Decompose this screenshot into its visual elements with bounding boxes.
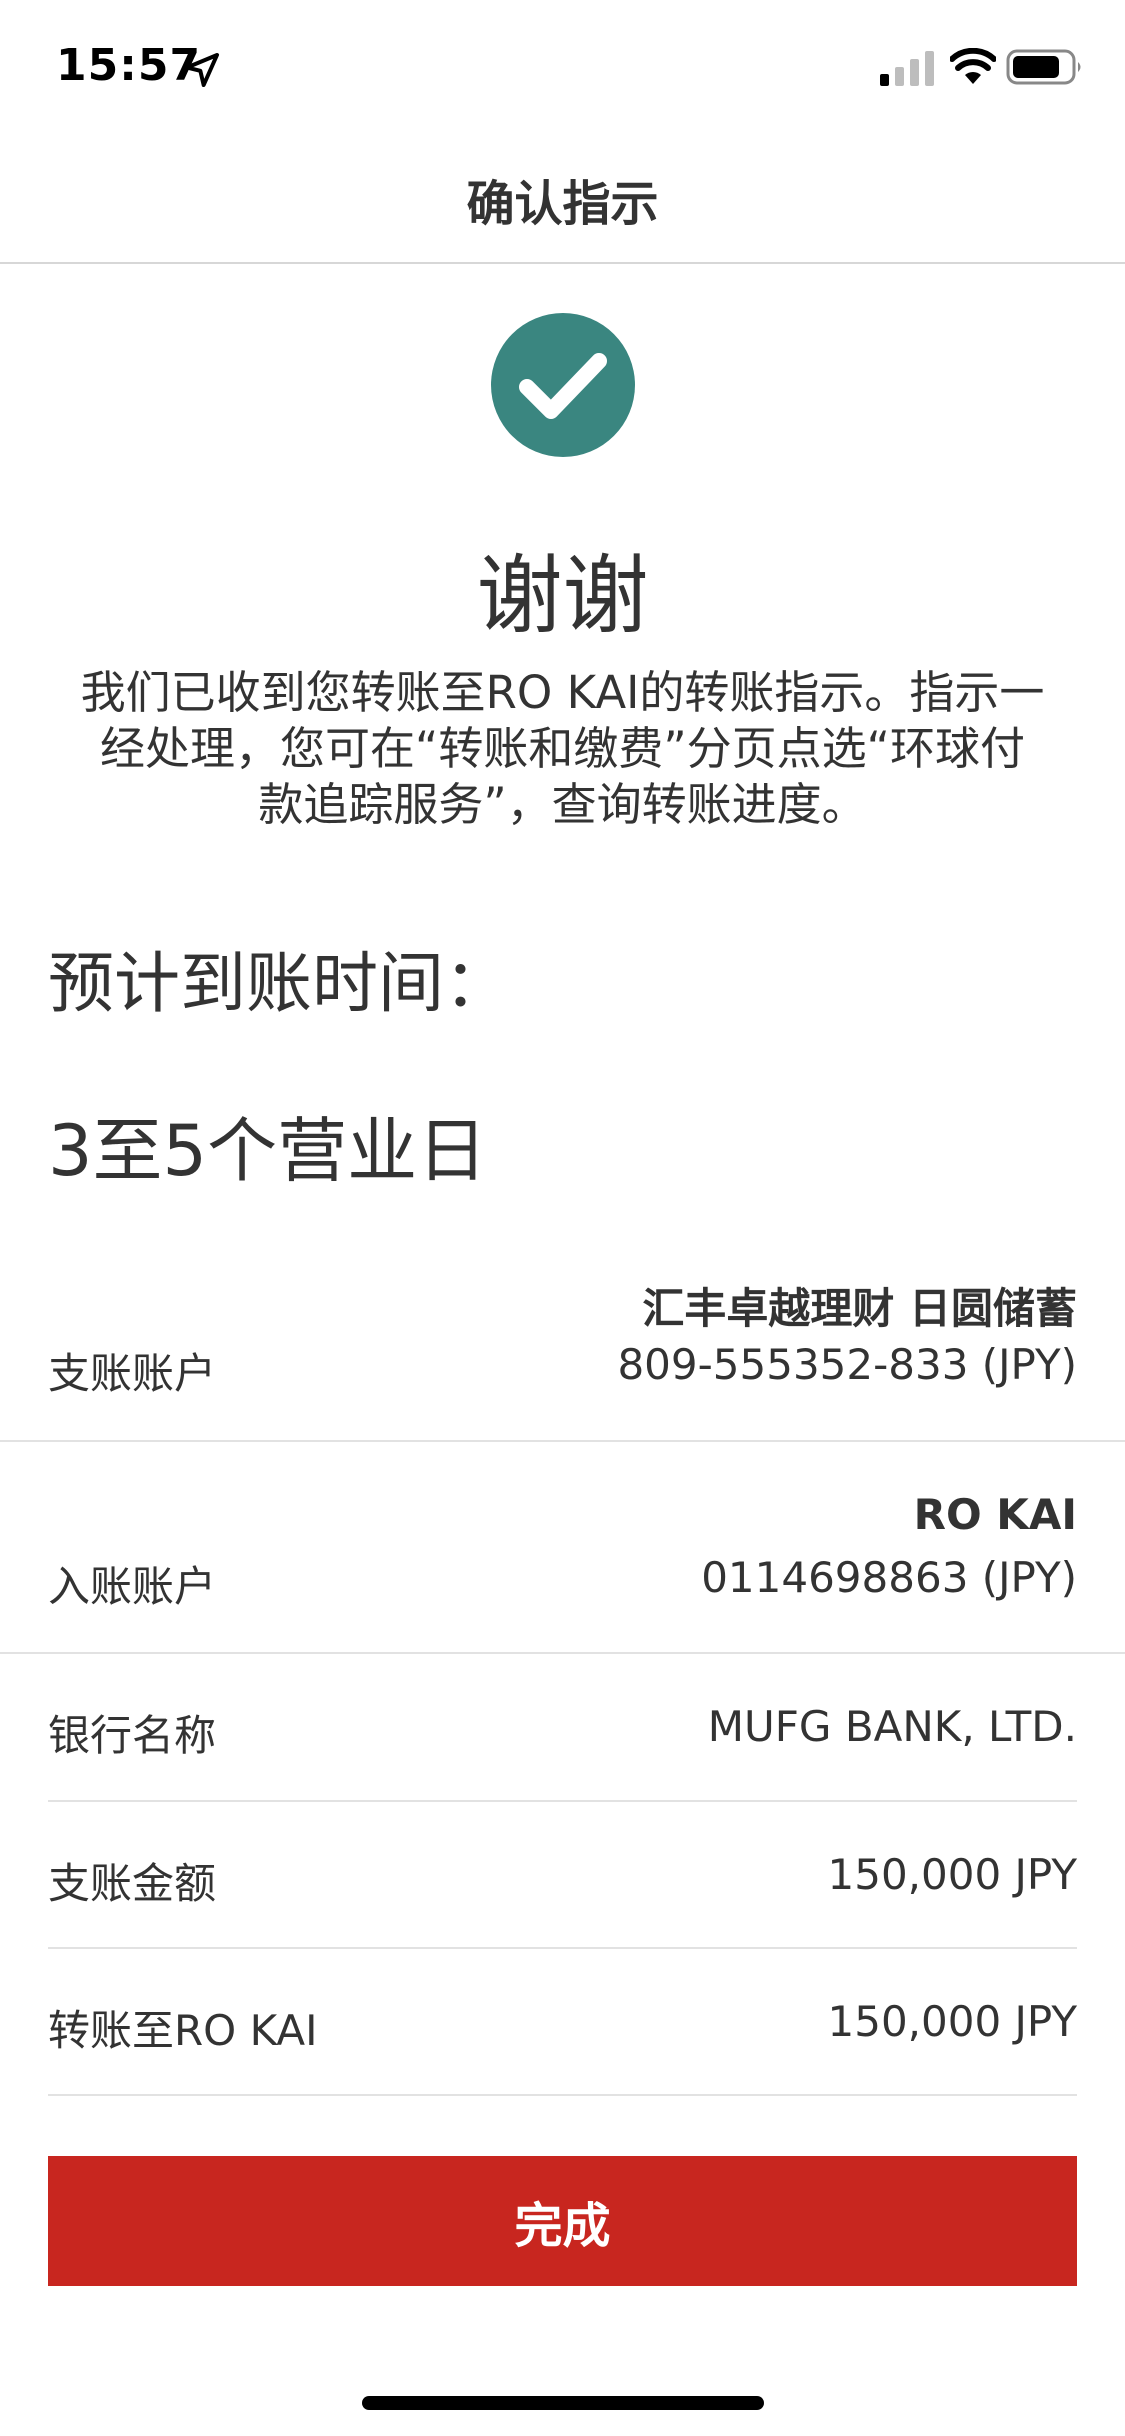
success-title: 谢谢 (476, 546, 649, 646)
success-message: 我们已收到您转账至RO KAI的转账指示。指示一经处理，您可在“转账和缴费”分页… (80, 666, 1045, 831)
battery-icon (1006, 49, 1081, 85)
location-arrow-icon (185, 53, 219, 87)
from-account-number: 809-555352-833 (JPY) (617, 1340, 1077, 1389)
bank-name-value: MUFG BANK, LTD. (707, 1702, 1077, 1751)
debit-amount-row: 支账金额 150,000 JPY (0, 1802, 1125, 1949)
transfer-amount-value: 150,000 JPY (827, 1997, 1077, 2046)
to-account-name: RO KAI (913, 1490, 1077, 1539)
from-account-name: 汇丰卓越理财 日圆储蓄 (642, 1284, 1077, 1333)
bank-name-label: 银行名称 (48, 1711, 217, 1760)
from-account-label: 支账账户 (48, 1349, 217, 1398)
transfer-amount-row: 转账至RO KAI 150,000 JPY (0, 1949, 1125, 2096)
signal-icon (880, 51, 934, 86)
transfer-amount-label: 转账至RO KAI (48, 2006, 318, 2055)
debit-amount-value: 150,000 JPY (827, 1850, 1077, 1899)
page-title: 确认指示 (466, 176, 659, 232)
eta-value: 3至5个营业日 (48, 1110, 488, 1192)
debit-amount-label: 支账金额 (48, 1859, 217, 1908)
from-account-row: 汇丰卓越理财 日圆储蓄 支账账户 809-555352-833 (JPY) (0, 1240, 1125, 1442)
status-bar: 15:57 (0, 0, 1125, 132)
transfer-confirmation-screen: 15:57 确认指示 谢谢 我们已收到您转账至RO KAI的转账指示。指示一经处… (0, 0, 1125, 2436)
home-indicator[interactable] (362, 2396, 764, 2410)
checkmark-icon (491, 313, 635, 457)
done-button[interactable]: 完成 (48, 2156, 1077, 2286)
to-account-row: RO KAI 入账账户 0114698863 (JPY) (0, 1442, 1125, 1654)
checkmark-glyph (519, 353, 607, 419)
to-account-number: 0114698863 (JPY) (701, 1553, 1077, 1602)
status-time: 15:57 (56, 40, 202, 91)
wifi-icon (950, 48, 996, 84)
eta-label: 预计到账时间： (48, 945, 510, 1022)
navigation-bar: 确认指示 (0, 132, 1125, 264)
bank-name-row: 银行名称 MUFG BANK, LTD. (0, 1654, 1125, 1802)
to-account-label: 入账账户 (48, 1562, 217, 1611)
